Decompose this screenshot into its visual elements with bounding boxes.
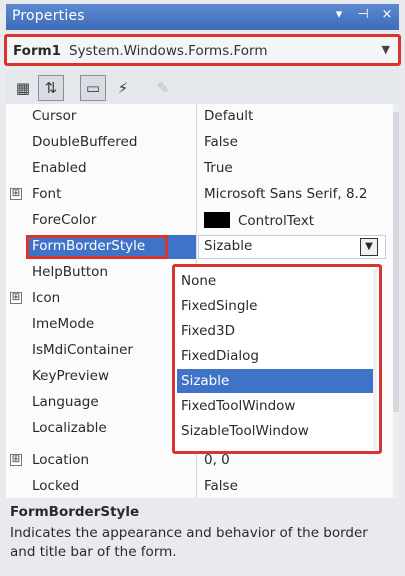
selection-bar xyxy=(168,235,196,259)
property-label: Font xyxy=(32,186,62,202)
property-value[interactable]: True xyxy=(204,160,233,176)
color-swatch xyxy=(204,212,230,228)
events-icon[interactable]: ⚡ xyxy=(110,75,136,101)
dropdown-option[interactable]: FixedDialog xyxy=(177,344,377,368)
property-row[interactable]: Cursor Default xyxy=(6,104,392,130)
property-label: Locked xyxy=(32,478,80,494)
alphabetical-icon[interactable]: ⇅ xyxy=(38,75,64,101)
title-bar-controls: ▾ ⊣ × xyxy=(333,7,393,22)
object-type: System.Windows.Forms.Form xyxy=(69,43,268,59)
property-value[interactable]: ControlText xyxy=(204,212,314,229)
property-label: DoubleBuffered xyxy=(32,134,138,150)
property-value[interactable]: False xyxy=(204,134,238,150)
dropdown-arrow-icon[interactable]: ▼ xyxy=(360,238,378,256)
property-value[interactable]: Microsoft Sans Serif, 8.2 xyxy=(204,186,367,202)
property-value[interactable]: Default xyxy=(204,108,253,124)
property-value[interactable]: 0, 0 xyxy=(204,452,230,468)
window-title: Properties xyxy=(12,8,85,24)
dropdown-option[interactable]: None xyxy=(177,269,377,293)
property-label: ImeMode xyxy=(32,316,95,332)
property-row-selected[interactable]: FormBorderStyle Sizable ▼ xyxy=(6,234,392,260)
expand-icon[interactable]: ⊞ xyxy=(10,454,22,466)
chevron-down-icon[interactable]: ▼ xyxy=(382,43,390,56)
dropdown-option-selected[interactable]: Sizable xyxy=(177,369,377,393)
property-label: ForeColor xyxy=(32,212,97,228)
property-label: Cursor xyxy=(32,108,77,124)
pin-icon[interactable]: ⊣ xyxy=(357,7,369,22)
properties-window: Properties ▾ ⊣ × Form1 System.Windows.Fo… xyxy=(0,0,405,576)
property-pages-icon[interactable]: ✎ xyxy=(150,75,176,101)
dropdown-scrollbar[interactable] xyxy=(373,269,377,449)
close-icon[interactable]: × xyxy=(381,7,393,22)
property-row[interactable]: Enabled True xyxy=(6,156,392,182)
properties-icon[interactable]: ▭ xyxy=(80,75,106,101)
object-name: Form1 xyxy=(13,43,62,59)
window-position-icon[interactable]: ▾ xyxy=(333,7,345,22)
description-title: FormBorderStyle xyxy=(10,504,140,520)
property-label: FormBorderStyle xyxy=(32,238,146,254)
property-label: Enabled xyxy=(32,160,87,176)
expand-icon[interactable]: ⊞ xyxy=(10,292,22,304)
dropdown-option[interactable]: Fixed3D xyxy=(177,319,377,343)
property-row[interactable]: DoubleBuffered False xyxy=(6,130,392,156)
property-value[interactable]: False xyxy=(204,478,238,494)
property-label: Icon xyxy=(32,290,61,306)
description-panel: FormBorderStyle Indicates the appearance… xyxy=(6,500,399,572)
categorized-icon[interactable]: ▦ xyxy=(10,75,36,101)
border-style-dropdown-list[interactable]: None FixedSingle Fixed3D FixedDialog Siz… xyxy=(172,264,382,454)
property-row[interactable]: ⊞ Font Microsoft Sans Serif, 8.2 xyxy=(6,182,392,208)
color-name: ControlText xyxy=(238,213,315,229)
property-label: Language xyxy=(32,394,99,410)
dropdown-option[interactable]: FixedSingle xyxy=(177,294,377,318)
property-label: Location xyxy=(32,452,90,468)
property-row[interactable]: ForeColor ControlText xyxy=(6,208,392,234)
property-row[interactable]: Locked False xyxy=(6,474,392,498)
title-bar: Properties ▾ ⊣ × xyxy=(6,4,399,30)
property-toolbar: ▦ ⇅ ▭ ⚡ ✎ xyxy=(6,70,399,104)
property-label: HelpButton xyxy=(32,264,108,280)
expand-icon[interactable]: ⊞ xyxy=(10,188,22,200)
description-text: Indicates the appearance and behavior of… xyxy=(10,525,368,560)
dropdown-option[interactable]: FixedToolWindow xyxy=(177,394,377,418)
property-value[interactable]: Sizable xyxy=(204,238,252,254)
property-label: Localizable xyxy=(32,420,107,436)
grid-scrollbar[interactable] xyxy=(393,104,399,498)
property-label: IsMdiContainer xyxy=(32,342,133,358)
scrollbar-thumb[interactable] xyxy=(393,112,399,412)
object-selector[interactable]: Form1 System.Windows.Forms.Form ▼ xyxy=(4,34,401,66)
dropdown-option[interactable]: SizableToolWindow xyxy=(177,419,377,443)
property-label: KeyPreview xyxy=(32,368,110,384)
